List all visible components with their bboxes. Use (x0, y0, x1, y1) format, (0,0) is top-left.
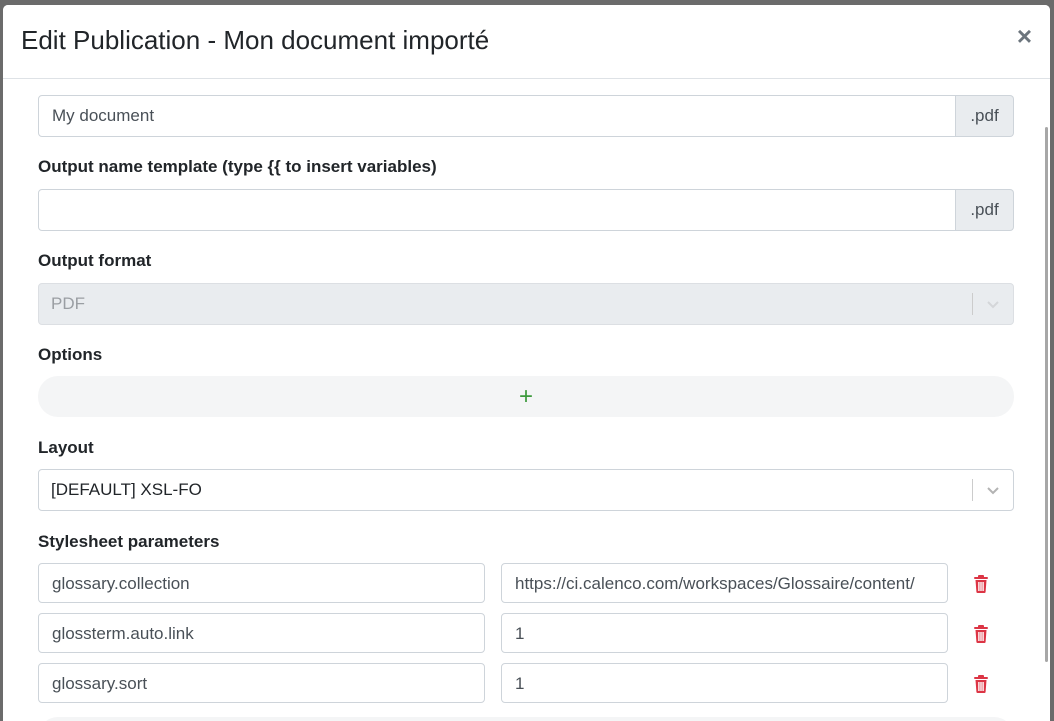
param-key-input[interactable]: glossterm.auto.link (38, 613, 485, 653)
layout-select[interactable]: [DEFAULT] XSL-FO (38, 469, 1014, 511)
chevron-down-icon (987, 301, 999, 309)
output-template-input-group: .pdf (38, 189, 1014, 231)
output-format-value: PDF (51, 294, 85, 313)
param-value-input[interactable]: 1 (501, 663, 948, 703)
param-key-input[interactable]: glossary.collection (38, 563, 485, 603)
param-value-input[interactable]: 1 (501, 613, 948, 653)
chevron-down-icon[interactable] (985, 483, 1001, 497)
output-format-label: Output format (38, 251, 152, 270)
trash-icon[interactable] (973, 675, 989, 693)
param-key-input[interactable]: glossary.sort (38, 663, 485, 703)
layout-label: Layout (38, 438, 94, 457)
options-label: Options (38, 345, 103, 364)
select-separator (972, 293, 973, 315)
trash-icon[interactable] (973, 575, 989, 593)
output-template-extension-addon: .pdf (956, 189, 1014, 231)
name-input-group: My document .pdf (38, 95, 1014, 137)
scrollbar[interactable] (1045, 127, 1048, 662)
name-input[interactable]: My document (38, 95, 956, 137)
param-value-input[interactable]: https://ci.calenco.com/workspaces/Glossa… (501, 563, 948, 603)
output-format-select: PDF (38, 283, 1014, 325)
output-template-input[interactable] (38, 189, 956, 231)
stylesheet-parameters-label: Stylesheet parameters (38, 532, 220, 551)
add-parameter-button[interactable] (38, 717, 1014, 721)
name-extension-addon: .pdf (956, 95, 1014, 137)
modal-header: Edit Publication - Mon document importé … (3, 5, 1050, 79)
modal-body: My document .pdf Output name template (t… (3, 79, 1050, 721)
output-template-label: Output name template (type {{ to insert … (38, 157, 437, 176)
layout-value: [DEFAULT] XSL-FO (51, 480, 202, 499)
close-button[interactable]: × (1017, 23, 1032, 49)
plus-icon: + (518, 382, 534, 410)
trash-icon[interactable] (973, 625, 989, 643)
modal-title: Edit Publication - Mon document importé (21, 25, 490, 55)
select-separator (972, 479, 973, 501)
add-option-button[interactable]: + (38, 376, 1014, 417)
edit-publication-modal: Edit Publication - Mon document importé … (3, 5, 1050, 721)
